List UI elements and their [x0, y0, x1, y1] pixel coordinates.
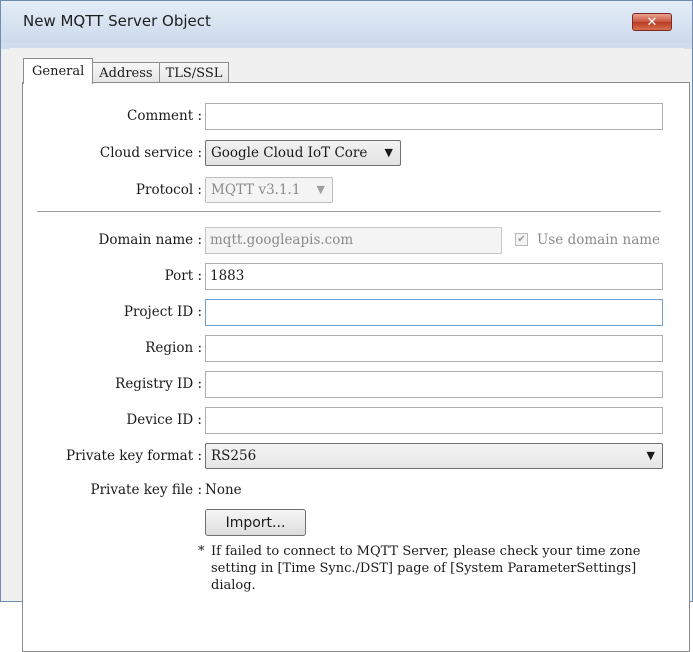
section-divider [37, 211, 661, 212]
private-key-format-value: RS256 [211, 448, 257, 464]
use-domain-name-checkbox[interactable]: ✔ [515, 233, 528, 246]
tab-tls-ssl[interactable]: TLS/SSL [158, 62, 230, 84]
project-id-row: Project ID : [23, 298, 689, 326]
window-title: New MQTT Server Object [23, 12, 211, 30]
registry-id-row: Registry ID : [23, 370, 689, 398]
close-icon: ✕ [646, 14, 658, 30]
cloud-service-value: Google Cloud IoT Core [211, 145, 368, 161]
comment-row: Comment : [23, 102, 689, 130]
tab-tls-ssl-label: TLS/SSL [165, 66, 223, 81]
private-key-format-label: Private key format : [65, 448, 202, 464]
import-button[interactable]: Import... [205, 509, 306, 536]
device-id-label: Device ID : [126, 412, 202, 428]
general-tab-panel: Comment : Cloud service : Google Cloud I… [22, 82, 690, 652]
chevron-down-icon: ▼ [384, 146, 393, 159]
device-id-input[interactable] [205, 407, 663, 434]
domain-name-row: Domain name : mqtt.googleapis.com ✔ Use … [23, 226, 689, 254]
private-key-file-value: None [205, 482, 242, 498]
tab-general-label: General [32, 64, 85, 79]
tab-general[interactable]: General [23, 58, 94, 84]
protocol-value: MQTT v3.1.1 [211, 182, 301, 198]
port-label: Port : [164, 268, 202, 284]
region-label: Region : [145, 340, 202, 356]
domain-name-input[interactable]: mqtt.googleapis.com [205, 227, 502, 254]
chevron-down-icon: ▼ [646, 449, 655, 462]
cloud-service-label: Cloud service : [99, 145, 202, 161]
chevron-down-icon: ▼ [316, 183, 325, 196]
registry-id-label: Registry ID : [115, 376, 202, 392]
note-text: If failed to connect to MQTT Server, ple… [211, 544, 641, 593]
tab-address-label: Address [99, 66, 153, 81]
comment-input[interactable] [205, 103, 663, 130]
protocol-row: Protocol : MQTT v3.1.1 ▼ [23, 176, 689, 204]
note-asterisk: * [198, 544, 205, 559]
tab-address[interactable]: Address [92, 62, 160, 84]
registry-id-input[interactable] [205, 371, 663, 398]
project-id-input[interactable] [205, 299, 663, 326]
cloud-service-row: Cloud service : Google Cloud IoT Core ▼ [23, 139, 689, 167]
comment-label: Comment : [126, 108, 202, 124]
private-key-file-label: Private key file : [90, 482, 202, 498]
use-domain-name-label: Use domain name [537, 232, 661, 248]
port-row: Port : 1883 [23, 262, 689, 290]
domain-name-label: Domain name : [98, 232, 202, 248]
title-bar[interactable]: New MQTT Server Object ✕ [1, 1, 692, 43]
protocol-select[interactable]: MQTT v3.1.1 ▼ [205, 177, 333, 203]
private-key-file-row: Private key file : None [23, 476, 689, 504]
tab-strip: General Address TLS/SSL [23, 58, 230, 84]
private-key-format-select[interactable]: RS256 ▼ [205, 443, 663, 469]
region-input[interactable] [205, 335, 663, 362]
device-id-row: Device ID : [23, 406, 689, 434]
port-input[interactable]: 1883 [205, 263, 663, 290]
protocol-label: Protocol : [135, 182, 202, 198]
cloud-service-select[interactable]: Google Cloud IoT Core ▼ [205, 140, 401, 166]
private-key-format-row: Private key format : RS256 ▼ [23, 442, 689, 470]
close-button[interactable]: ✕ [632, 13, 672, 31]
region-row: Region : [23, 334, 689, 362]
checkmark-icon: ✔ [517, 233, 526, 245]
project-id-label: Project ID : [123, 304, 202, 320]
